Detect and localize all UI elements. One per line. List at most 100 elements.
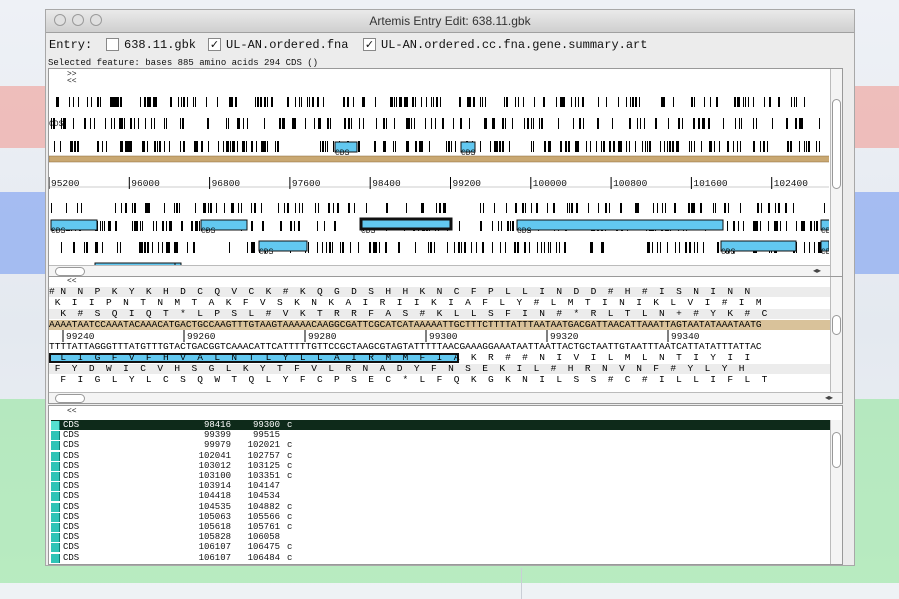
stop-codon-tick [804,97,805,107]
stop-codon-tick [524,118,525,129]
stop-codon-tick [73,242,75,253]
stop-codon-tick [174,203,175,213]
stop-codon-tick [733,141,734,152]
feature-list-row[interactable]: CDS 104535 104882 c [51,502,841,512]
entry-checkbox-1[interactable] [106,38,119,51]
stop-codon-tick [575,97,576,107]
stop-codon-tick [86,242,87,253]
stop-codon-tick [635,141,636,152]
stop-codon-tick [141,242,142,253]
stop-codon-tick [531,203,532,213]
stop-codon-tick [533,141,534,152]
stop-codon-tick [386,203,388,213]
sequence-scroll-thumb[interactable] [832,315,841,335]
scroll-arrows-icon[interactable]: ◂▸ [813,266,821,275]
stop-codon-tick [436,203,437,213]
feature-color-swatch [51,461,60,471]
stop-codon-tick [208,203,209,213]
sequence-panel[interactable]: << # N N P K Y K H D C Q V C K # K Q G D… [48,276,843,404]
overview-scroll-thumb[interactable] [832,99,841,189]
feature-list-row[interactable]: CDS 106107 106484 c [51,553,841,563]
overview-vertical-scrollbar[interactable] [830,69,842,276]
stop-codon-tick [480,97,481,107]
stop-codon-tick [531,118,532,129]
feature-list-row[interactable]: CDS 103012 103125 c [51,461,841,471]
stop-codon-tick [756,118,757,129]
stop-codon-tick [375,141,376,152]
stop-codon-tick [824,203,825,213]
sequence-horizontal-scrollbar[interactable]: ◂▸ [49,392,842,403]
stop-codon-tick [433,97,434,107]
stop-codon-tick [162,221,163,231]
scroll-arrows-icon[interactable]: ◂▸ [825,393,833,402]
overview-h-thumb[interactable] [55,267,85,276]
list-vertical-scrollbar[interactable] [830,420,842,564]
stop-codon-tick [471,242,472,253]
feature-tracks[interactable]: 95200 96000 96800 97600 98400 99200 100000 1008… [49,69,829,276]
stop-codon-tick [226,141,227,152]
ruler-tick-label: 101600 [693,178,728,189]
stop-codon-tick [515,203,517,213]
stop-codon-tick [282,118,284,129]
stop-codon-tick [153,221,154,231]
stop-codon-tick [140,97,141,107]
stop-codon-tick [811,221,812,231]
stop-codon-tick [703,242,704,253]
stop-codon-tick [693,118,695,129]
stop-codon-tick [818,242,819,253]
feature-overview-panel[interactable]: >> << CDS 95200 96000 96800 97600 98400 99200… [48,68,843,277]
stop-codon-tick [271,97,273,107]
list-scroll-thumb[interactable] [832,432,841,468]
stop-codon-tick [110,97,112,107]
title-bar[interactable]: Artemis Entry Edit: 638.11.gbk [46,10,854,33]
feature-color-swatch [51,543,60,553]
entry-checkbox-3[interactable]: ✓ [363,38,376,51]
stop-codon-tick [261,141,263,152]
ruler-tick-label: 98400 [372,178,401,189]
stop-codon-tick [645,141,646,152]
sequence-h-thumb[interactable] [55,394,85,403]
stop-codon-tick [469,118,470,129]
feature-list-row[interactable]: CDS 99399 99515 [51,430,841,441]
feature-list-row[interactable]: CDS 105618 105761 c [51,522,841,532]
feature-list-row[interactable]: CDS 103100 103351 c [51,471,841,481]
stop-codon-tick [238,203,239,213]
feature-list-row[interactable]: CDS 105063 105566 c [51,512,841,522]
feature-list-panel[interactable]: << CDS 98416 99300 c CDS 99399 99515 CDS 99979 10… [48,405,843,565]
feature-list-row[interactable]: CDS 105828 106058 [51,532,841,543]
feature-list-row[interactable]: CDS 99979 102021 c [51,440,841,451]
feature-list-row[interactable]: CDS 98416 99300 c [51,420,841,430]
stop-codon-tick [494,141,496,152]
feature-list-row[interactable]: CDS 106107 106475 c [51,542,841,553]
feature-list-row[interactable]: CDS 102041 102757 c [51,451,841,461]
stop-codon-tick [115,97,116,107]
feature-complement: c [287,471,293,481]
stop-codon-tick [794,97,795,107]
stop-codon-tick [217,97,218,107]
feature-key: CDS [63,460,80,471]
stop-codon-tick [451,141,452,152]
stop-codon-tick [231,203,233,213]
sequence-vertical-scrollbar[interactable] [830,277,842,392]
stop-codon-tick [114,97,115,107]
stop-codon-tick [232,141,233,152]
feature-list[interactable]: CDS 98416 99300 c CDS 99399 99515 CDS 99979 10202… [51,420,841,564]
stop-codon-tick [448,141,450,152]
seq-scroll-left[interactable]: << [67,278,77,286]
stop-codon-tick [376,242,377,253]
list-scroll-left[interactable]: << [67,408,77,416]
stop-codon-tick [359,141,360,152]
feature-key: CDS [63,491,80,502]
stop-codon-tick [788,141,789,152]
stop-codon-tick [769,97,771,107]
feature-list-row[interactable]: CDS 104418 104534 [51,491,841,502]
stop-codon-tick [354,203,355,213]
stop-codon-tick [655,118,656,129]
feature-key: CDS [63,430,80,441]
stop-codon-tick [421,97,422,107]
feature-start: 98416 [203,420,231,430]
stop-codon-tick [61,118,62,129]
feature-list-row[interactable]: CDS 103914 104147 [51,481,841,492]
feature-color-swatch [51,523,60,532]
entry-checkbox-2[interactable]: ✓ [208,38,221,51]
